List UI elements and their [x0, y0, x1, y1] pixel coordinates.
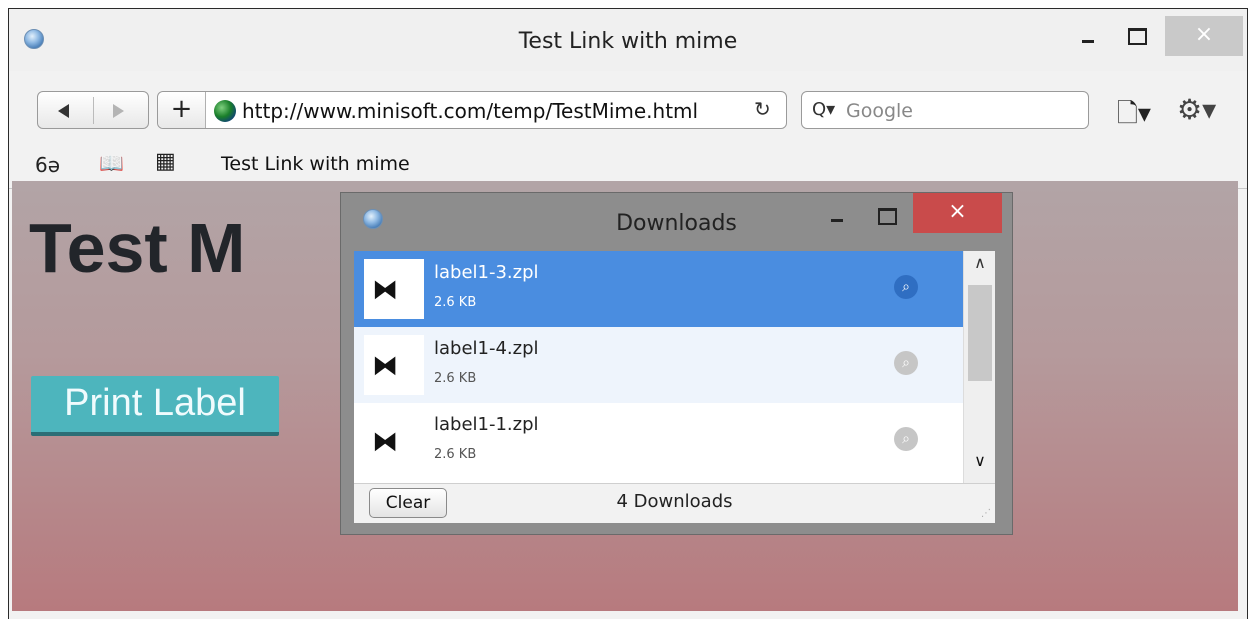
download-size: 2.6 KB	[434, 371, 477, 386]
downloads-minimize-button[interactable]	[825, 207, 851, 233]
reload-icon[interactable]: ↻	[754, 97, 771, 121]
zpl-file-icon: ⧓	[364, 335, 424, 395]
window-title: Test Link with mime	[518, 29, 738, 54]
search-placeholder: Google	[846, 100, 914, 122]
title-bar: Test Link with mime ×	[9, 9, 1247, 71]
print-label-button[interactable]: Print Label	[31, 376, 279, 436]
downloads-maximize-button[interactable]	[873, 203, 899, 229]
downloads-scrollbar[interactable]: ∧ ∨	[963, 251, 995, 483]
reading-list-icon[interactable]: 6ə	[35, 153, 60, 177]
downloads-footer: Clear 4 Downloads ⋰	[354, 483, 995, 523]
downloads-list: ⧓ label1-3.zpl 2.6 KB ⌕ ⧓ label1-4.zpl 2…	[354, 251, 995, 483]
address-bar[interactable]: + http://www.minisoft.com/temp/TestMime.…	[157, 91, 787, 129]
magnifier-icon[interactable]: ⌕	[894, 427, 918, 451]
download-size: 2.6 KB	[434, 447, 477, 462]
page-menu-icon[interactable]: 🗋▾	[1117, 95, 1151, 139]
bookmarks-book-icon[interactable]: 📖	[99, 151, 124, 175]
page-heading: Test M	[29, 209, 246, 287]
add-bookmark-button[interactable]: +	[158, 92, 206, 128]
bookmark-link[interactable]: Test Link with mime	[221, 153, 410, 175]
download-item[interactable]: ⧓ label1-4.zpl 2.6 KB ⌕	[354, 327, 963, 403]
scroll-down-icon[interactable]: ∨	[964, 451, 995, 479]
top-sites-grid-icon[interactable]: ▦	[155, 149, 176, 174]
downloads-close-button[interactable]: ×	[913, 193, 1002, 233]
download-filename: label1-4.zpl	[434, 338, 539, 359]
search-icon[interactable]: Q▾	[812, 99, 835, 120]
download-filename: label1-3.zpl	[434, 262, 539, 283]
toolbar: + http://www.minisoft.com/temp/TestMime.…	[9, 71, 1247, 189]
close-button[interactable]: ×	[1165, 16, 1243, 56]
scroll-thumb[interactable]	[968, 285, 992, 381]
maximize-button[interactable]	[1124, 24, 1150, 48]
downloads-title: Downloads	[616, 211, 737, 236]
zpl-file-icon: ⧓	[364, 411, 424, 471]
download-size: 2.6 KB	[434, 295, 477, 310]
scroll-up-icon[interactable]: ∧	[964, 253, 995, 281]
forward-arrow-icon[interactable]	[113, 104, 124, 118]
nav-buttons	[37, 91, 149, 129]
nav-separator	[93, 97, 94, 124]
resize-grip-icon[interactable]: ⋰	[981, 508, 991, 519]
back-arrow-icon[interactable]	[58, 104, 69, 118]
magnifier-icon[interactable]: ⌕	[894, 275, 918, 299]
downloads-dialog: Downloads × ⧓ label1-3.zpl 2.6 KB ⌕ ⧓ la…	[340, 192, 1013, 535]
download-item[interactable]: ⧓ label1-1.zpl 2.6 KB ⌕	[354, 403, 963, 479]
gear-menu-icon[interactable]: ⚙▾	[1177, 93, 1216, 126]
zpl-file-icon: ⧓	[364, 259, 424, 319]
search-field[interactable]: Q▾ Google	[801, 91, 1089, 129]
download-item[interactable]: ⧓ label1-3.zpl 2.6 KB ⌕	[354, 251, 963, 327]
magnifier-icon[interactable]: ⌕	[894, 351, 918, 375]
url-text[interactable]: http://www.minisoft.com/temp/TestMime.ht…	[242, 99, 698, 123]
minimize-button[interactable]	[1076, 29, 1102, 53]
site-globe-icon	[214, 100, 236, 122]
download-filename: label1-1.zpl	[434, 414, 539, 435]
downloads-count: 4 Downloads	[616, 491, 733, 512]
